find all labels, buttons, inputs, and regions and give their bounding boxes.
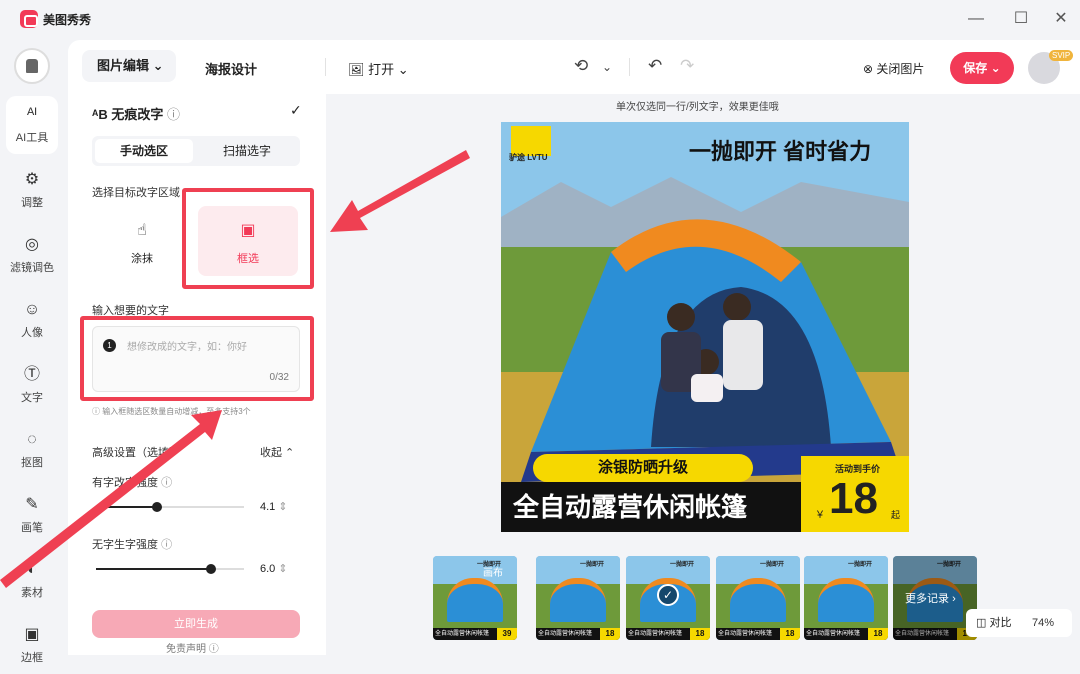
annotation-arrows — [0, 150, 470, 588]
arrow-annotation — [330, 150, 470, 232]
arrow-annotation — [0, 410, 222, 588]
